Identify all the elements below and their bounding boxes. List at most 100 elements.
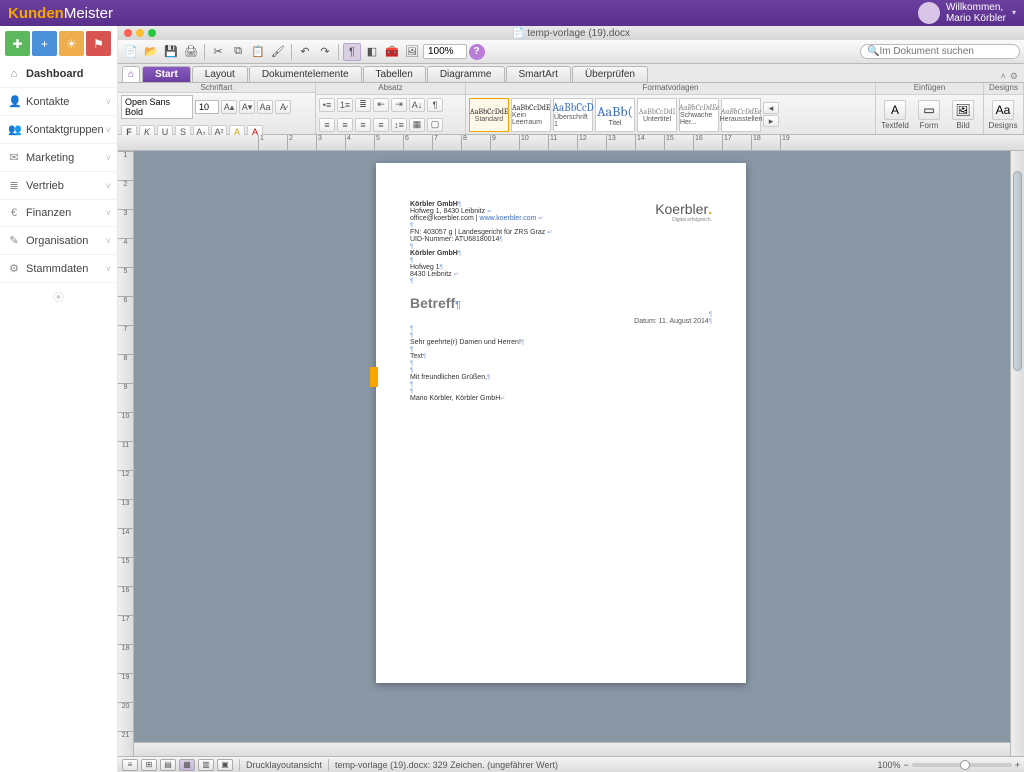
quick-btn-4[interactable]: ⚑ — [86, 31, 111, 56]
traffic-lights[interactable] — [118, 29, 156, 37]
horizontal-scrollbar[interactable] — [134, 742, 1010, 756]
maximize-icon[interactable] — [148, 29, 156, 37]
redo-icon[interactable]: ↷ — [316, 43, 334, 61]
save-icon[interactable]: 💾 — [162, 43, 180, 61]
shrink-font-icon[interactable]: A▾ — [239, 100, 255, 114]
line-spacing-icon[interactable]: ↕≡ — [391, 118, 407, 132]
undo-icon[interactable]: ↶ — [296, 43, 314, 61]
align-left-icon[interactable]: ≡ — [319, 118, 335, 132]
zoom-slider[interactable] — [912, 763, 1012, 767]
help-icon[interactable]: ? — [469, 44, 485, 60]
close-icon[interactable] — [124, 29, 132, 37]
nav-item-finanzen[interactable]: €Finanzen˅ — [0, 200, 117, 227]
view-publish-icon[interactable]: ▤ — [160, 759, 176, 771]
ribbon-tab-layout[interactable]: Layout — [192, 66, 248, 82]
clear-format-icon[interactable]: A̷ — [275, 100, 291, 114]
font-name-select[interactable]: Open Sans Bold — [121, 95, 193, 119]
welcome-label: Willkommen, — [946, 2, 1006, 13]
date-value: 11. August 2014 — [659, 318, 709, 325]
print-icon[interactable]: 🖨 — [182, 43, 200, 61]
insert-bild[interactable]: 🖼Bild — [947, 100, 979, 130]
quick-btn-1[interactable]: ✚ — [5, 31, 30, 56]
align-right-icon[interactable]: ≡ — [355, 118, 371, 132]
view-outline-icon[interactable]: ⊞ — [141, 759, 157, 771]
borders-icon[interactable]: ▢ — [427, 118, 443, 132]
ribbon-tab-tabellen[interactable]: Tabellen — [363, 66, 426, 82]
vertical-ruler[interactable]: 12345678910111213141516171819202122 — [118, 151, 134, 756]
ribbon-tab-dokumentelemente[interactable]: Dokumentelemente — [249, 66, 362, 82]
style-titel[interactable]: AaBb(Titel — [595, 98, 635, 132]
home-icon-tab[interactable]: ⌂ — [122, 66, 140, 82]
document-page[interactable]: Körbler GmbH¶ Hofweg 1, 8430 Leibnitz ↵ … — [376, 163, 746, 683]
zoom-in-icon[interactable]: + — [1015, 760, 1020, 770]
styles-next-icon[interactable]: ▸ — [763, 115, 779, 127]
grow-font-icon[interactable]: A▴ — [221, 100, 237, 114]
header-website[interactable]: www.koerbler.com — [480, 215, 537, 222]
search-box[interactable]: 🔍 — [860, 44, 1020, 59]
nav-item-vertrieb[interactable]: ≣Vertrieb˅ — [0, 172, 117, 200]
ribbon-tab-diagramme[interactable]: Diagramme — [427, 66, 505, 82]
nav-item-dashboard[interactable]: ⌂Dashboard — [0, 61, 117, 88]
format-painter-icon[interactable]: 🖌 — [269, 43, 287, 61]
style-untertitel[interactable]: AaBbCcDdIUntertitel — [637, 98, 677, 132]
font-size-select[interactable]: 10 — [195, 100, 219, 114]
styles-prev-icon[interactable]: ◂ — [763, 102, 779, 114]
ribbon-tab-smartart[interactable]: SmartArt — [506, 66, 571, 82]
gallery-icon[interactable]: 🖼 — [403, 43, 421, 61]
bullets-icon[interactable]: •≡ — [319, 98, 335, 112]
nav-item-kontaktgruppen[interactable]: 👥Kontaktgruppen˅ — [0, 116, 117, 144]
numbering-icon[interactable]: 1≡ — [337, 98, 353, 112]
zoom-out-icon[interactable]: − — [903, 760, 908, 770]
ribbon-tab-start[interactable]: Start — [142, 66, 191, 82]
show-marks-icon[interactable]: ¶ — [343, 43, 361, 61]
collapse-ribbon-icon[interactable]: ˄ — [1001, 71, 1006, 82]
case-icon[interactable]: Aa — [257, 100, 273, 114]
style--berschrift-1[interactable]: AaBbCcDÜberschrift 1 — [553, 98, 593, 132]
zoom-selector[interactable]: 100% — [423, 44, 467, 59]
toolbox-icon[interactable]: 🧰 — [383, 43, 401, 61]
chevron-down-icon: ˅ — [106, 97, 111, 107]
search-input[interactable] — [879, 46, 1013, 57]
style-kein-leerraum[interactable]: AaBbCcDdEKein Leerraum — [511, 98, 551, 132]
designs-button[interactable]: AaDesigns — [987, 100, 1019, 130]
view-print-icon[interactable]: ▦ — [179, 759, 195, 771]
new-doc-icon[interactable]: 📄 — [122, 43, 140, 61]
shading-icon[interactable]: ▦ — [409, 118, 425, 132]
style-herausstellen[interactable]: AaBbCcDdEeHerausstellen — [721, 98, 761, 132]
view-draft-icon[interactable]: ≡ — [122, 759, 138, 771]
indent-icon[interactable]: ⇥ — [391, 98, 407, 112]
quick-btn-3[interactable]: ☀ — [59, 31, 84, 56]
nav-item-marketing[interactable]: ✉Marketing˅ — [0, 144, 117, 172]
cut-icon[interactable]: ✂ — [209, 43, 227, 61]
collapse-icon[interactable]: ⦿ — [0, 283, 117, 311]
header-email: office@koerbler.com — [410, 215, 474, 222]
nav-item-organisation[interactable]: ✎Organisation˅ — [0, 227, 117, 255]
user-menu[interactable]: Willkommen, Mario Körbler ▾ — [918, 2, 1016, 24]
vertical-scrollbar[interactable] — [1010, 151, 1024, 756]
open-icon[interactable]: 📂 — [142, 43, 160, 61]
insert-textfeld[interactable]: ATextfeld — [879, 100, 911, 130]
show-para-icon[interactable]: ¶ — [427, 98, 443, 112]
justify-icon[interactable]: ≡ — [373, 118, 389, 132]
style-schwache-her-[interactable]: AaBbCcDdEeSchwache Her... — [679, 98, 719, 132]
ribbon-tab-überprüfen[interactable]: Überprüfen — [572, 66, 648, 82]
nav-item-kontakte[interactable]: 👤Kontakte˅ — [0, 88, 117, 116]
closing: Mit freundlichen Grüßen, — [410, 374, 487, 381]
style-standard[interactable]: AaBbCcDdEStandard — [469, 98, 509, 132]
view-notebook-icon[interactable]: ▥ — [198, 759, 214, 771]
sidebar-toggle-icon[interactable]: ◧ — [363, 43, 381, 61]
copy-icon[interactable]: ⧉ — [229, 43, 247, 61]
paste-icon[interactable]: 📋 — [249, 43, 267, 61]
sort-icon[interactable]: A↓ — [409, 98, 425, 112]
nav-icon: ✉ — [8, 151, 20, 164]
horizontal-ruler[interactable]: 12345678910111213141516171819 — [118, 135, 1024, 151]
insert-form[interactable]: ▭Form — [913, 100, 945, 130]
outdent-icon[interactable]: ⇤ — [373, 98, 389, 112]
quick-btn-2[interactable]: + — [32, 31, 57, 56]
ribbon-options-icon[interactable]: ⚙ — [1010, 71, 1018, 82]
multilevel-icon[interactable]: ≣ — [355, 98, 371, 112]
view-fullscreen-icon[interactable]: ▣ — [217, 759, 233, 771]
align-center-icon[interactable]: ≡ — [337, 118, 353, 132]
nav-item-stammdaten[interactable]: ⚙Stammdaten˅ — [0, 255, 117, 283]
minimize-icon[interactable] — [136, 29, 144, 37]
